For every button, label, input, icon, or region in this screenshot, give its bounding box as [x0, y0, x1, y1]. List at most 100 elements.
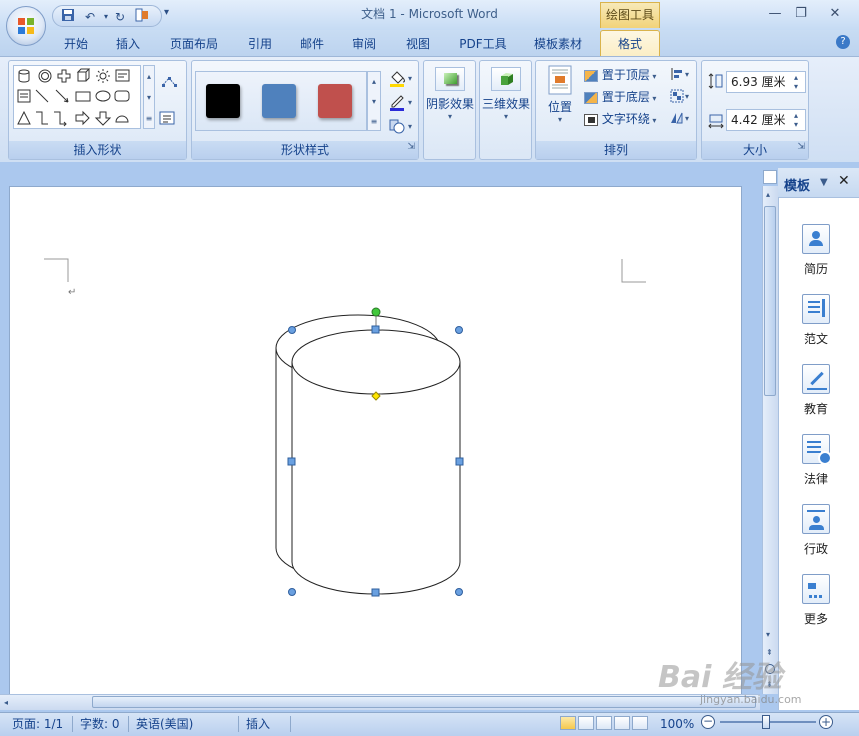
handle-top-middle: [371, 325, 380, 334]
law-icon: [802, 434, 832, 465]
more-icon: [802, 574, 830, 604]
shape-style-gallery-scroll[interactable]: ▴ ▾ ≡: [367, 71, 381, 131]
style-swatch-black[interactable]: [206, 84, 240, 118]
status-separator: [238, 716, 239, 732]
close-button[interactable]: ✕: [824, 4, 846, 24]
side-item-more[interactable]: 更多: [786, 574, 846, 627]
svg-text:▾: ▾: [408, 122, 412, 131]
side-panel-menu-icon[interactable]: ▼: [820, 177, 828, 188]
tab-templates[interactable]: 模板素材: [526, 33, 590, 55]
align-icon[interactable]: ▾: [670, 67, 692, 84]
position-label: 位置: [547, 100, 572, 114]
side-item-essay[interactable]: 范文: [786, 294, 846, 347]
style-swatch-red[interactable]: [318, 84, 352, 118]
document-page[interactable]: ↵: [9, 186, 742, 696]
size-launcher-icon[interactable]: ⇲: [797, 138, 805, 156]
tab-home[interactable]: 开始: [56, 33, 96, 55]
essay-icon: [802, 294, 830, 324]
horizontal-scroll-thumb[interactable]: [92, 696, 756, 708]
side-item-label: 范文: [803, 332, 828, 346]
bring-to-front-button[interactable]: 置于顶层 ▾: [584, 65, 656, 85]
side-item-education[interactable]: 教育: [786, 364, 846, 417]
office-button[interactable]: [6, 6, 46, 46]
save-icon[interactable]: [59, 8, 77, 26]
position-button[interactable]: 位置 ▾: [540, 65, 580, 124]
drawing-tools-context-label: 绘图工具: [600, 2, 660, 28]
bring-to-front-icon: [584, 69, 598, 82]
tab-insert[interactable]: 插入: [108, 33, 148, 55]
tab-view[interactable]: 视图: [396, 33, 440, 55]
shapes-gallery[interactable]: [13, 65, 141, 129]
tab-mailings[interactable]: 邮件: [292, 33, 332, 55]
text-box-icon[interactable]: [159, 111, 175, 128]
zoom-out-icon[interactable]: −: [701, 715, 715, 729]
admin-icon: [802, 504, 830, 534]
scroll-down-icon[interactable]: ▾: [766, 630, 770, 639]
zoom-level[interactable]: 100%: [660, 714, 694, 734]
minimize-button[interactable]: —: [764, 4, 786, 24]
width-spin-arrows[interactable]: ▴ ▾: [794, 111, 798, 129]
height-spin-arrows[interactable]: ▴ ▾: [794, 73, 798, 91]
text-wrapping-button[interactable]: 文字环绕 ▾: [584, 109, 656, 129]
draft-view-icon[interactable]: [632, 716, 648, 730]
restore-button[interactable]: ❐: [790, 4, 812, 24]
shadow-effects-button[interactable]: 阴影效果 ▾: [426, 67, 474, 121]
tab-references[interactable]: 引用: [240, 33, 280, 55]
tab-review[interactable]: 审阅: [344, 33, 384, 55]
zoom-in-icon[interactable]: +: [819, 715, 833, 729]
full-screen-reading-view-icon[interactable]: [578, 716, 594, 730]
shape-outline-icon[interactable]: ▾: [388, 93, 416, 114]
status-word-count[interactable]: 字数: 0: [80, 714, 120, 734]
scroll-left-icon[interactable]: ◂: [4, 698, 8, 707]
shape-style-gallery: [195, 71, 367, 131]
status-insert-mode[interactable]: 插入: [246, 714, 270, 734]
handle-middle-right: [455, 457, 464, 466]
change-shape-icon[interactable]: ▾: [388, 117, 416, 138]
group-shape-styles: ▴ ▾ ≡ ▾ ▾ ▾ 形状样式 ⇲: [191, 60, 419, 160]
ruler-toggle-icon[interactable]: [763, 170, 777, 184]
edit-shape-icon[interactable]: [161, 75, 181, 92]
handle-top-right: [455, 326, 463, 334]
group-objects-icon[interactable]: ▾: [670, 89, 692, 106]
side-item-label: 教育: [803, 402, 828, 416]
shape-styles-launcher-icon[interactable]: ⇲: [407, 138, 415, 156]
side-item-law[interactable]: 法律: [786, 434, 846, 487]
customize-icon[interactable]: [133, 8, 151, 26]
shape-fill-icon[interactable]: ▾: [388, 69, 416, 90]
tab-format[interactable]: 格式: [600, 30, 660, 57]
paragraph-mark: ↵: [68, 287, 77, 298]
shapes-gallery-scroll[interactable]: ▴ ▾ ≡: [143, 65, 155, 129]
zoom-slider-thumb[interactable]: [762, 715, 770, 729]
front-cylinder-top: [291, 329, 461, 395]
quick-access-toolbar: ↶ ▾ ↻: [52, 5, 162, 27]
shapes-gallery-icons: [17, 68, 130, 127]
top-left-margin-mark: [44, 258, 69, 282]
scroll-up-icon[interactable]: ▴: [766, 190, 770, 199]
3d-effects-button[interactable]: 三维效果 ▾: [482, 67, 530, 121]
group-shadow: 阴影效果 ▾: [423, 60, 476, 160]
tab-pdf-tools[interactable]: PDF工具: [452, 33, 514, 55]
svg-text:▾: ▾: [685, 92, 689, 101]
side-panel-close-icon[interactable]: ✕: [838, 173, 850, 189]
web-layout-view-icon[interactable]: [596, 716, 612, 730]
qat-more-icon[interactable]: ▾: [164, 7, 169, 18]
style-swatch-blue[interactable]: [262, 84, 296, 118]
group-label-size: 大小 ⇲: [702, 141, 808, 159]
tab-page-layout[interactable]: 页面布局: [164, 33, 224, 55]
handle-bottom-left: [288, 588, 296, 596]
size-label: 大小: [742, 143, 767, 157]
redo-icon[interactable]: ↻: [111, 8, 129, 26]
side-item-admin[interactable]: 行政: [786, 504, 846, 557]
svg-text:▾: ▾: [408, 98, 412, 107]
send-to-back-button[interactable]: 置于底层 ▾: [584, 87, 656, 107]
status-separator: [290, 716, 291, 732]
side-item-resume[interactable]: 简历: [786, 224, 846, 277]
rotate-icon[interactable]: ▾: [670, 111, 692, 128]
status-language[interactable]: 英语(美国): [136, 714, 193, 734]
outline-view-icon[interactable]: [614, 716, 630, 730]
print-layout-view-icon[interactable]: [560, 716, 576, 730]
shape-styles-label: 形状样式: [280, 143, 329, 157]
help-icon[interactable]: ?: [836, 35, 850, 49]
status-page[interactable]: 页面: 1/1: [12, 714, 63, 734]
vertical-scroll-thumb[interactable]: [764, 206, 776, 396]
